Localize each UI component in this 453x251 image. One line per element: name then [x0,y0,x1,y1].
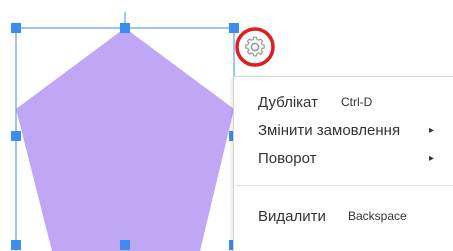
resize-handle-top-center[interactable] [120,23,130,33]
menu-divider [234,185,453,186]
settings-button[interactable] [235,27,275,67]
editor-canvas[interactable]: Дублікат Ctrl-D Змінити замовлення ▸ Пов… [0,0,453,251]
menu-item-duplicate[interactable]: Дублікат Ctrl-D [234,89,453,115]
chevron-right-icon: ▸ [429,152,435,164]
chevron-right-icon: ▸ [429,124,435,136]
menu-item-rotate-label: Поворот [258,149,317,167]
pentagon-shape[interactable] [16,28,234,251]
resize-handle-top-right[interactable] [229,23,239,33]
menu-item-rotate[interactable]: Поворот ▸ [234,145,453,171]
menu-item-delete-shortcut: Backspace [348,209,407,223]
menu-item-change-order-label: Змінити замовлення [258,121,401,139]
resize-handle-bottom-center[interactable] [120,240,130,250]
settings-highlight-ring [235,27,275,67]
menu-item-duplicate-label: Дублікат [258,93,318,111]
menu-item-delete[interactable]: Видалити Backspace [234,203,453,229]
menu-item-change-order[interactable]: Змінити замовлення ▸ [234,117,453,143]
menu-item-duplicate-shortcut: Ctrl-D [341,95,373,109]
resize-handle-bottom-left[interactable] [11,240,21,250]
context-menu: Дублікат Ctrl-D Змінити замовлення ▸ Пов… [233,76,453,251]
resize-handle-top-left[interactable] [11,23,21,33]
menu-item-delete-label: Видалити [258,207,326,225]
resize-handle-middle-left[interactable] [11,131,21,141]
